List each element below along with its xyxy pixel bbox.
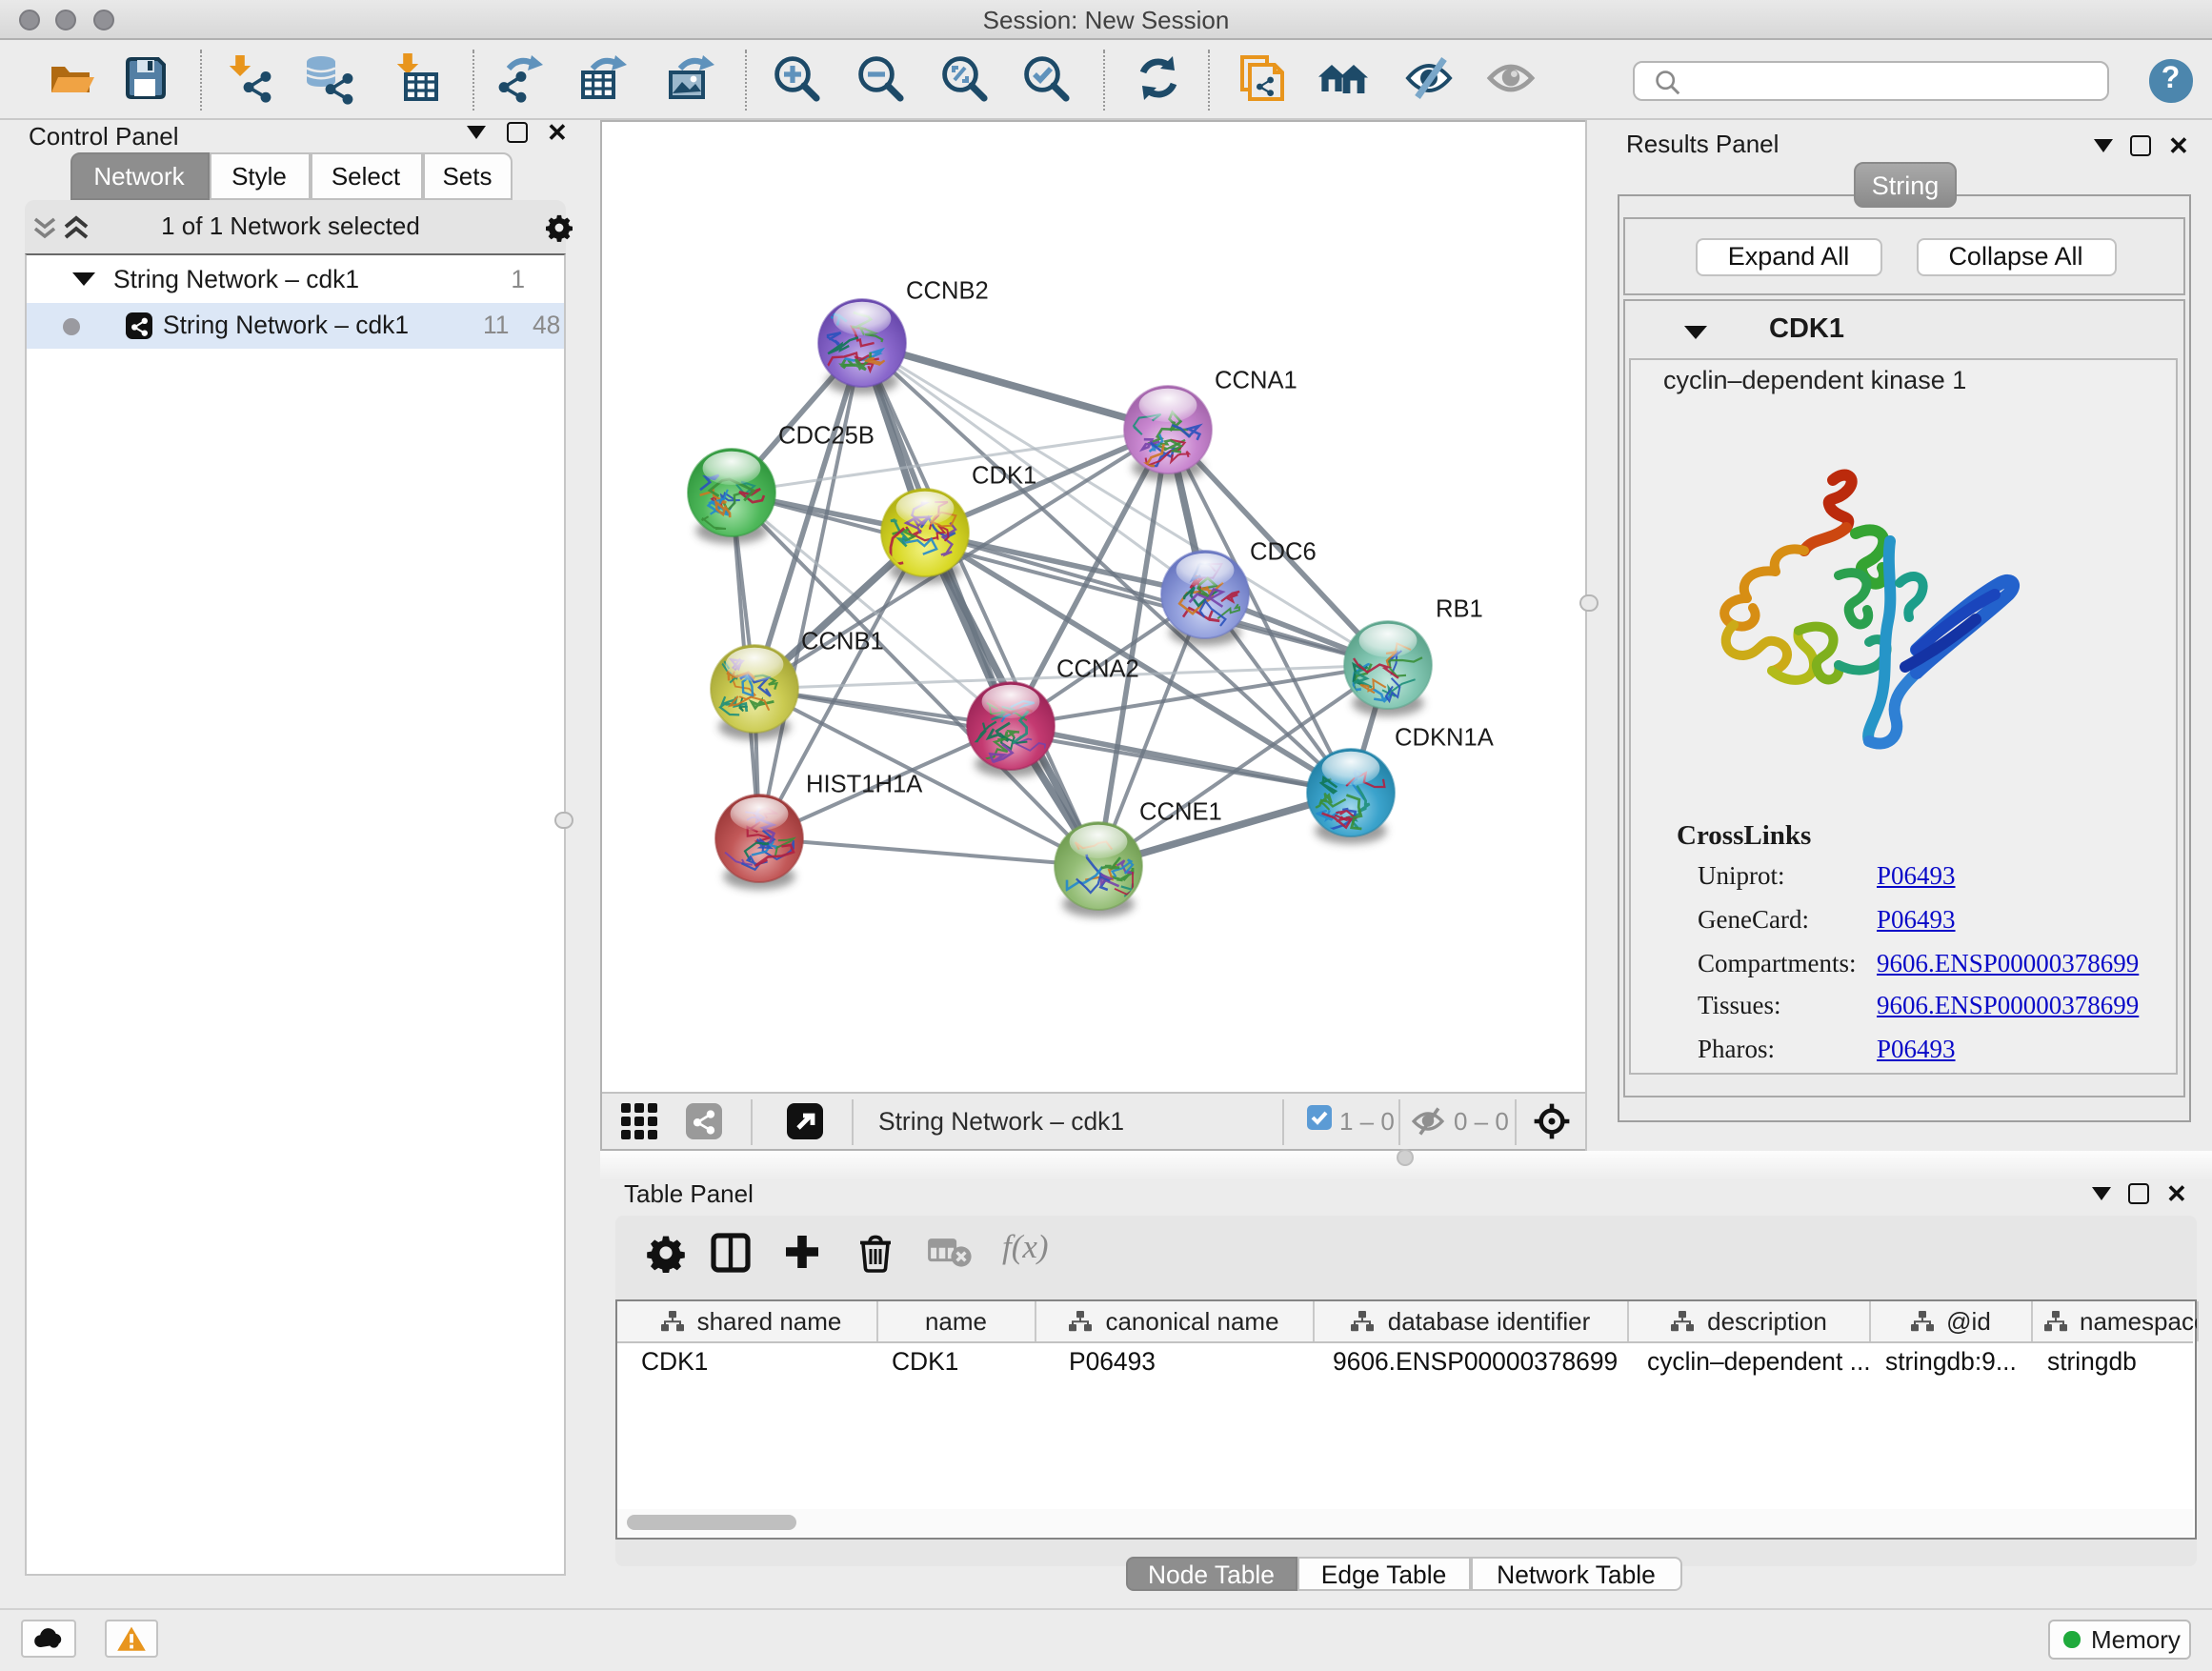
svg-text:CDK1: CDK1 (972, 462, 1036, 489)
svg-text:CCNA1: CCNA1 (1215, 367, 1297, 393)
svg-text:CCNB2: CCNB2 (906, 277, 989, 304)
svg-text:CDC6: CDC6 (1250, 538, 1317, 565)
svg-text:HIST1H1A: HIST1H1A (806, 771, 923, 797)
svg-text:CCNB1: CCNB1 (801, 628, 884, 654)
svg-text:CCNA2: CCNA2 (1056, 655, 1139, 682)
svg-text:CDKN1A: CDKN1A (1395, 724, 1495, 751)
svg-text:CDC25B: CDC25B (778, 422, 875, 449)
svg-text:RB1: RB1 (1436, 595, 1483, 622)
svg-text:CCNE1: CCNE1 (1139, 798, 1222, 825)
